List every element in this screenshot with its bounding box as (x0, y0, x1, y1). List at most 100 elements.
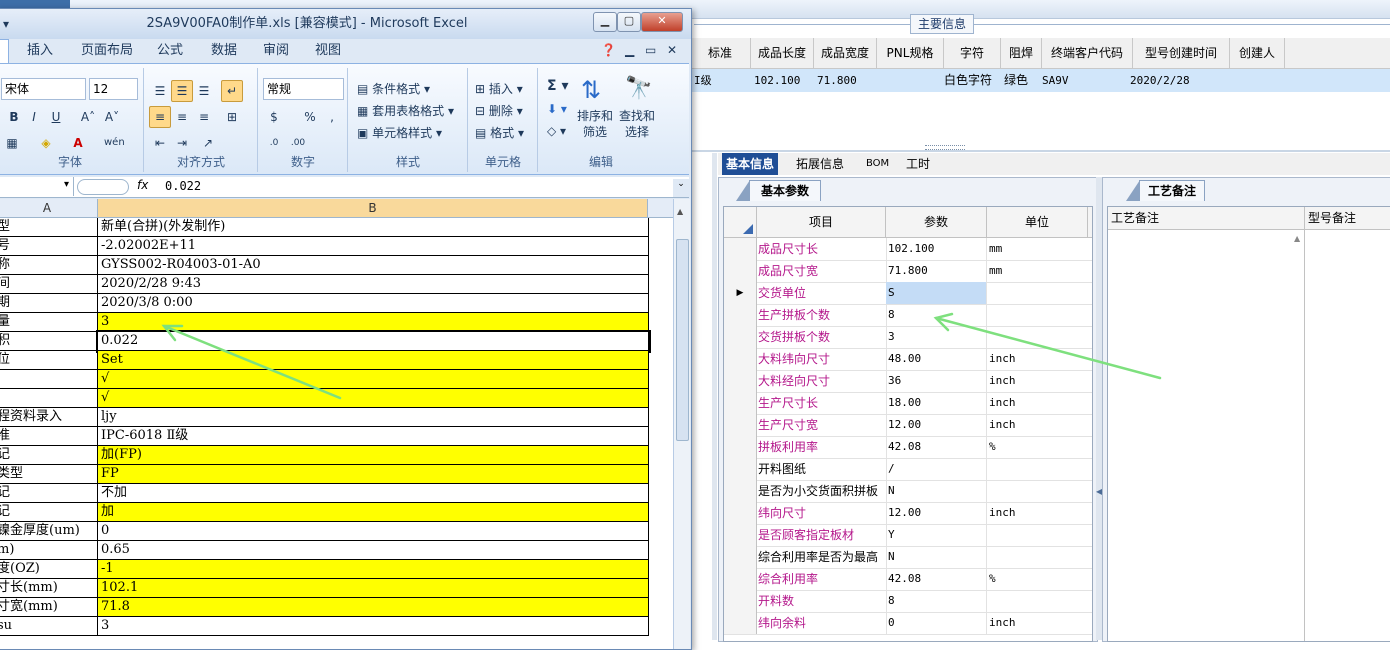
cell-a[interactable]: 间 (0, 275, 98, 294)
col-header-standard[interactable]: 标准 (690, 38, 751, 68)
name-box[interactable]: ▾ (0, 177, 74, 196)
font-color-icon[interactable]: A (67, 132, 89, 154)
cell-a[interactable]: 期 (0, 294, 98, 313)
horizontal-splitter[interactable] (690, 150, 1390, 152)
param-row[interactable]: 交货拼板个数 3 (724, 326, 1092, 349)
param-row[interactable]: ▶ 交货单位 S (724, 282, 1092, 305)
underline-icon[interactable]: U (45, 106, 67, 128)
cell-a[interactable]: 程资料录入 (0, 408, 98, 427)
basic-params-title[interactable]: 基本参数 (736, 180, 821, 201)
cell-a[interactable]: 记 (0, 484, 98, 503)
param-row[interactable]: 生产尺寸长 18.00 inch (724, 392, 1092, 415)
col-header-a[interactable]: A (0, 199, 98, 217)
param-row[interactable]: 生产拼板个数 8 (724, 304, 1092, 327)
param-value[interactable]: N (886, 546, 987, 568)
cell-b[interactable]: 新单(合拼)(外发制作) (98, 218, 649, 237)
font-name-select[interactable]: 宋体 (1, 78, 86, 100)
fill-icon[interactable]: ⬇ ▾ (547, 102, 567, 116)
format-as-table-button[interactable]: ▦ 套用表格格式 ▾ (357, 102, 454, 119)
left-edge-splitter[interactable] (712, 153, 717, 640)
param-value[interactable]: 18.00 (886, 392, 987, 414)
cell-b[interactable]: 3 (98, 313, 649, 332)
text-direction-icon[interactable]: ↗ (197, 132, 219, 154)
cell-a[interactable]: 准 (0, 427, 98, 446)
param-value[interactable]: / (886, 458, 987, 480)
cell-b[interactable]: 2020/3/8 0:00 (98, 294, 649, 313)
param-value[interactable]: 12.00 (886, 502, 987, 524)
row-selector[interactable] (724, 590, 757, 612)
cell-a[interactable]: 镍金厚度(um) (0, 522, 98, 541)
tab-basic-info[interactable]: 基本信息 (722, 153, 779, 175)
param-row[interactable]: 综合利用率 42.08% (724, 568, 1092, 591)
cell-a[interactable]: 型 (0, 218, 98, 237)
param-row[interactable]: 开料图纸 / (724, 458, 1092, 481)
italic-icon[interactable]: I (23, 106, 45, 128)
cell-b[interactable]: ljy (98, 408, 649, 427)
ribbon-restore-icon[interactable]: ▭ (645, 43, 656, 57)
sort-filter-icon[interactable]: ⇅ (581, 76, 601, 104)
cell-b[interactable]: 加 (98, 503, 649, 522)
close-button[interactable]: ✕ (641, 12, 683, 32)
row-selector-icon[interactable]: ▶ (724, 282, 757, 304)
tab-formulas[interactable]: 公式 (157, 39, 183, 63)
cell-a[interactable]: m) (0, 541, 98, 560)
cell-b[interactable]: 0.022 (96, 330, 651, 353)
cell-b[interactable]: 0 (98, 522, 649, 541)
col-header-model-notes[interactable]: 型号备注 (1305, 207, 1390, 230)
excel-title-bar[interactable]: ▾ 2SA9V00FA0制作单.xls [兼容模式] - Microsoft E… (0, 9, 691, 39)
col-header-char[interactable]: 字符 (944, 38, 1001, 68)
fill-color-icon[interactable]: ◈ (35, 132, 57, 154)
cell-b[interactable]: IPC-6018 Ⅱ级 (98, 427, 649, 446)
sort-filter-button[interactable]: 排序和筛选 (575, 108, 615, 140)
insert-cells-button[interactable]: ⊞ 插入 ▾ (475, 80, 523, 97)
phonetic-icon[interactable]: wén (103, 132, 125, 154)
row-selector[interactable] (724, 546, 757, 568)
expand-formula-icon[interactable]: ⌄ (673, 179, 689, 197)
col-header-unit[interactable]: 单位 (987, 207, 1088, 237)
formula-bar-splitter[interactable] (77, 179, 129, 195)
cell-b[interactable]: 加(FP) (98, 446, 649, 465)
tab-home[interactable] (0, 39, 9, 63)
ribbon-minimize-icon[interactable]: ▁ (625, 43, 634, 57)
font-size-select[interactable]: 12 (89, 78, 138, 100)
row-selector[interactable] (724, 612, 757, 634)
row-selector[interactable] (724, 370, 757, 392)
cell-b[interactable]: 3 (98, 617, 649, 636)
cell-b[interactable]: -1 (98, 560, 649, 579)
cell-b[interactable]: √ (98, 370, 649, 389)
fx-icon[interactable]: fx (137, 178, 148, 192)
row-selector[interactable] (724, 502, 757, 524)
delete-cells-button[interactable]: ⊟ 删除 ▾ (475, 102, 523, 119)
param-row[interactable]: 大料纬向尺寸 48.00 inch (724, 348, 1092, 371)
row-selector[interactable] (724, 304, 757, 326)
cell-a[interactable]: 寸宽(mm) (0, 598, 98, 617)
cell-a[interactable] (0, 389, 98, 408)
cell-b[interactable]: Set (98, 351, 649, 370)
param-value[interactable]: 3 (886, 326, 987, 348)
row-selector[interactable] (724, 436, 757, 458)
ribbon-close-icon[interactable]: ✕ (667, 43, 677, 57)
decrease-indent-icon[interactable]: ⇤ (149, 132, 171, 154)
col-header-solder[interactable]: 阻焊 (1001, 38, 1042, 68)
cell-a[interactable]: 记 (0, 446, 98, 465)
cell-b[interactable]: GYSS002-R04003-01-A0 (98, 256, 649, 275)
param-row[interactable]: 成品尺寸宽 71.800 mm (724, 260, 1092, 283)
col-header-width[interactable]: 成品宽度 (814, 38, 877, 68)
increase-indent-icon[interactable]: ⇥ (171, 132, 193, 154)
scroll-thumb[interactable] (676, 239, 689, 441)
tab-review[interactable]: 审阅 (263, 39, 289, 63)
tab-data[interactable]: 数据 (211, 39, 237, 63)
col-header-process-notes[interactable]: 工艺备注 (1108, 207, 1305, 230)
param-row[interactable]: 生产尺寸宽 12.00 inch (724, 414, 1092, 437)
cell-a[interactable]: su (0, 617, 98, 636)
minimize-button[interactable]: ▁ (593, 12, 617, 32)
col-header-customer-code[interactable]: 终端客户代码 (1042, 38, 1133, 68)
row-selector[interactable] (724, 392, 757, 414)
percent-icon[interactable]: % (299, 106, 321, 128)
param-value[interactable]: 0 (886, 612, 987, 634)
process-notes-title[interactable]: 工艺备注 (1126, 180, 1205, 201)
cell-b[interactable]: 102.1 (98, 579, 649, 598)
grow-font-icon[interactable]: A˄ (77, 106, 99, 128)
row-selector[interactable] (724, 524, 757, 546)
param-value[interactable]: 36 (886, 370, 987, 392)
